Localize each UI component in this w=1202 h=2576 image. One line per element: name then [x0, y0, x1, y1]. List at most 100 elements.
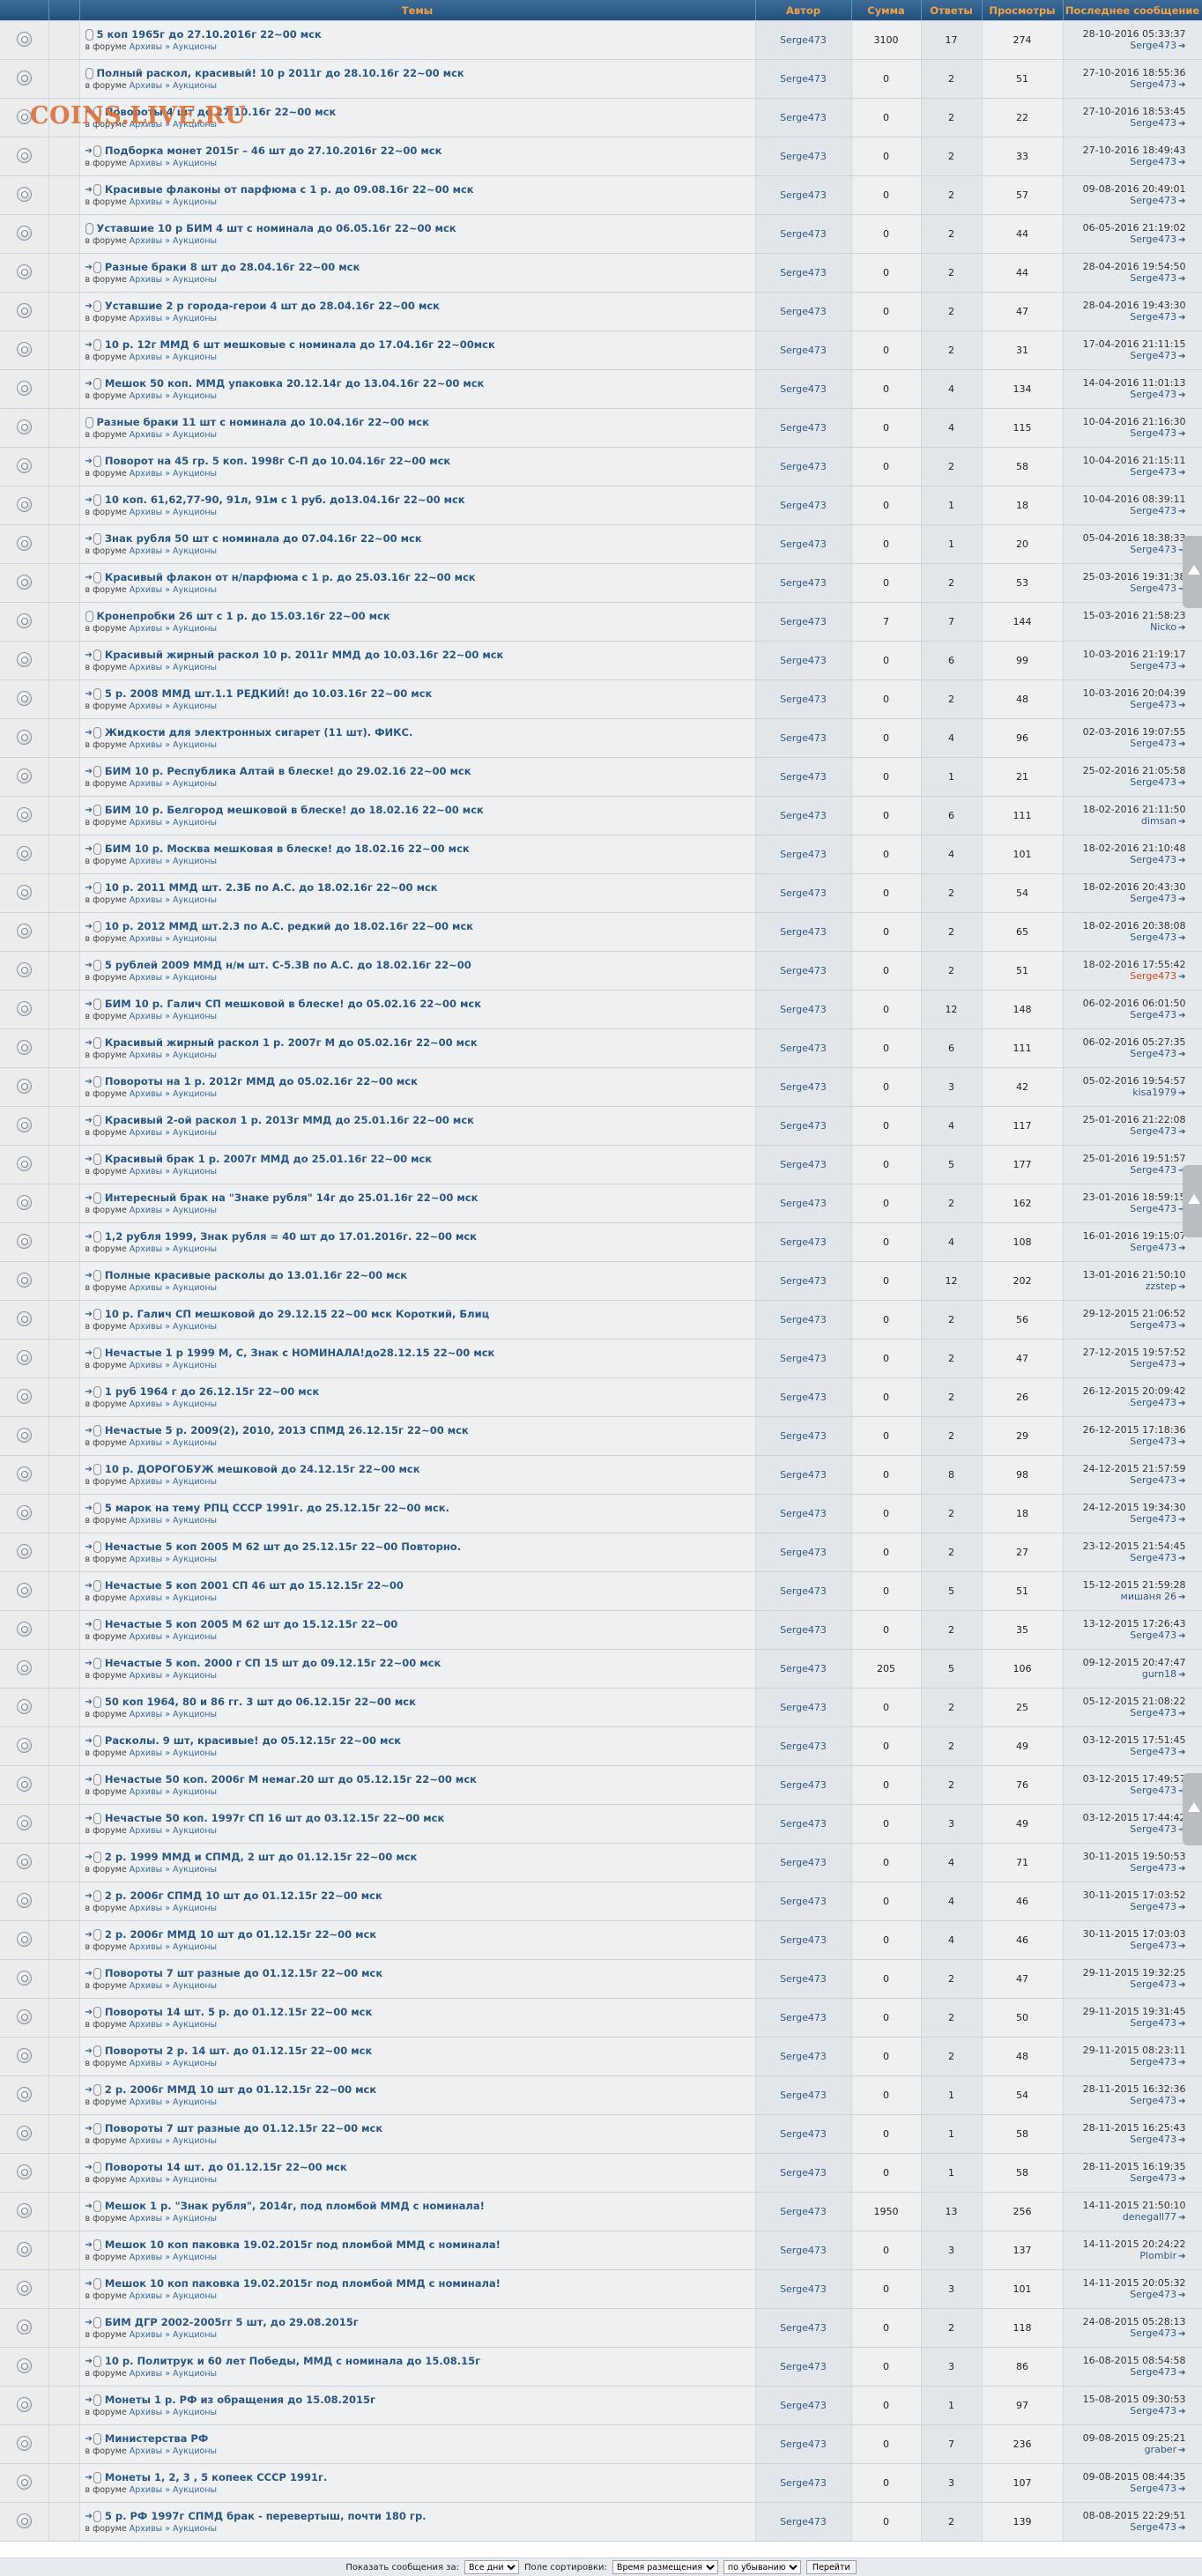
topic-title-link[interactable]: Уставшие 10 р БИМ 4 шт с номинала до 06.… — [97, 222, 456, 234]
forum-link[interactable]: Архивы » Аукционы — [130, 2136, 217, 2146]
forum-link[interactable]: Архивы » Аукционы — [130, 1904, 217, 1913]
author-cell[interactable]: Serge473 — [755, 2075, 852, 2115]
goto-last-post-icon[interactable]: ➔ — [1178, 2018, 1185, 2030]
goto-last-post-icon[interactable]: ➔ — [1178, 2328, 1185, 2340]
goto-new-icon[interactable]: ➔ — [85, 146, 93, 156]
topic-title-link[interactable]: 10 р. 2012 ММД шт.2.3 по А.С. редкий до … — [105, 920, 473, 932]
topic-title-link[interactable]: Уставшие 2 р города-герои 4 шт до 28.04.… — [105, 300, 440, 312]
last-post-user[interactable]: Serge473 — [1130, 1823, 1176, 1835]
goto-last-post-icon[interactable]: ➔ — [1178, 79, 1185, 91]
forum-link[interactable]: Архивы » Аукционы — [130, 1206, 217, 1215]
author-cell[interactable]: Serge473 — [755, 1882, 852, 1921]
last-post-user[interactable]: Serge473 — [1130, 350, 1176, 361]
forum-link[interactable]: Архивы » Аукционы — [130, 585, 217, 595]
goto-new-icon[interactable]: ➔ — [85, 1232, 93, 1242]
author-cell[interactable]: Serge473 — [755, 1222, 852, 1262]
goto-last-post-icon[interactable]: ➔ — [1178, 1747, 1185, 1758]
last-post-user[interactable]: Serge473 — [1130, 2095, 1176, 2106]
topic-title-link[interactable]: Повороты 2 р. 14 шт. до 01.12.15г 22~00 … — [105, 2045, 372, 2057]
forum-link[interactable]: Архивы » Аукционы — [130, 1438, 217, 1448]
last-post-user[interactable]: Serge473 — [1130, 311, 1176, 323]
topic-title-link[interactable]: Разные браки 11 шт с номинала до 10.04.1… — [97, 416, 429, 428]
forum-link[interactable]: Архивы » Аукционы — [130, 2214, 217, 2223]
forum-link[interactable]: Архивы » Аукционы — [130, 895, 217, 905]
forum-link[interactable]: Архивы » Аукционы — [130, 1477, 217, 1487]
author-cell[interactable]: Serge473 — [755, 1571, 852, 1611]
goto-new-icon[interactable]: ➔ — [85, 650, 93, 660]
header-replies[interactable]: Ответы — [921, 0, 983, 21]
topic-title-link[interactable]: 1 руб 1964 г до 26.12.15г 22~00 мск — [105, 1385, 319, 1398]
last-post-user[interactable]: Serge473 — [1130, 1862, 1176, 1874]
author-cell[interactable]: Serge473 — [755, 408, 852, 448]
goto-last-post-icon[interactable]: ➔ — [1178, 312, 1185, 323]
author-cell[interactable]: Serge473 — [755, 1959, 852, 1999]
author-cell[interactable]: Serge473 — [755, 1610, 852, 1650]
forum-link[interactable]: Архивы » Аукционы — [130, 1826, 217, 1836]
author-cell[interactable]: Serge473 — [755, 2424, 852, 2464]
topic-title-link[interactable]: Знак рубля 50 шт с номинала до 07.04.16г… — [105, 532, 422, 545]
forum-link[interactable]: Архивы » Аукционы — [130, 1671, 217, 1681]
last-post-user[interactable]: kisa1979 — [1132, 1087, 1176, 1098]
author-cell[interactable]: Serge473 — [755, 912, 852, 952]
author-cell[interactable]: Serge473 — [755, 2502, 852, 2542]
last-post-user[interactable]: Serge473 — [1130, 466, 1176, 478]
author-cell[interactable]: Serge473 — [755, 2347, 852, 2387]
author-cell[interactable]: Serge473 — [755, 2231, 852, 2270]
forum-link[interactable]: Архивы » Аукционы — [130, 1399, 217, 1409]
topic-title-link[interactable]: 2 р. 2006г ММД 10 шт до 01.12.15г 22~00 … — [105, 2083, 376, 2096]
forum-link[interactable]: Архивы » Аукционы — [130, 469, 217, 479]
scroll-to-top-button[interactable] — [1183, 1165, 1202, 1237]
last-post-user[interactable]: Serge473 — [1130, 1513, 1176, 1525]
last-post-user[interactable]: Serge473 — [1130, 1746, 1176, 1757]
goto-last-post-icon[interactable]: ➔ — [1178, 855, 1185, 866]
author-cell[interactable]: Serge473 — [755, 1920, 852, 1960]
last-post-user[interactable]: Serge473 — [1130, 2134, 1176, 2145]
author-cell[interactable]: Serge473 — [755, 2192, 852, 2231]
author-cell[interactable]: Serge473 — [755, 175, 852, 215]
last-post-user[interactable]: Plombir — [1139, 2250, 1176, 2261]
goto-new-icon[interactable]: ➔ — [85, 1077, 93, 1087]
goto-new-icon[interactable]: ➔ — [85, 767, 93, 776]
forum-link[interactable]: Архивы » Аукционы — [130, 1748, 217, 1758]
topic-title-link[interactable]: 10 р. 2011 ММД шт. 2.3Б по А.С. до 18.02… — [105, 881, 438, 894]
goto-new-icon[interactable]: ➔ — [85, 1465, 93, 1474]
last-post-user[interactable]: zzstep — [1146, 1281, 1176, 1292]
forum-link[interactable]: Архивы » Аукционы — [130, 779, 217, 789]
goto-last-post-icon[interactable]: ➔ — [1178, 661, 1185, 672]
topic-title-link[interactable]: Поворот на 45 гр. 5 коп. 1998г С-П до 10… — [105, 455, 450, 467]
goto-new-icon[interactable]: ➔ — [85, 1775, 93, 1785]
last-post-user[interactable]: Serge473 — [1130, 2289, 1176, 2300]
goto-last-post-icon[interactable]: ➔ — [1178, 1863, 1185, 1874]
author-cell[interactable]: Serge473 — [755, 214, 852, 254]
last-post-user[interactable]: Serge473 — [1130, 40, 1176, 51]
last-post-user[interactable]: Serge473 — [1130, 505, 1176, 516]
last-post-user[interactable]: Serge473 — [1130, 776, 1176, 788]
topic-title-link[interactable]: Монеты 1, 2, 3 , 5 копеек СССР 1991г. — [105, 2471, 327, 2483]
author-cell[interactable]: Serge473 — [755, 253, 852, 293]
goto-last-post-icon[interactable]: ➔ — [1178, 1553, 1185, 1564]
goto-last-post-icon[interactable]: ➔ — [1178, 118, 1185, 130]
goto-new-icon[interactable]: ➔ — [85, 2318, 93, 2327]
forum-link[interactable]: Архивы » Аукционы — [130, 1050, 217, 1060]
topic-title-link[interactable]: Мешок 10 коп паковка 19.02.2015г под пло… — [105, 2277, 501, 2290]
forum-link[interactable]: Архивы » Аукционы — [130, 2330, 217, 2340]
last-post-user[interactable]: Serge473 — [1130, 854, 1176, 865]
forum-link[interactable]: Архивы » Аукционы — [130, 430, 217, 440]
go-button[interactable]: Перейти — [805, 2560, 857, 2574]
last-post-user[interactable]: Serge473 — [1130, 2017, 1176, 2029]
topic-title-link[interactable]: 2 р. 2006г СПМД 10 шт до 01.12.15г 22~00… — [105, 1889, 382, 1902]
topic-title-link[interactable]: БИМ 10 р. Галич СП мешковой в блеске! до… — [105, 998, 481, 1010]
goto-last-post-icon[interactable]: ➔ — [1178, 1088, 1185, 1099]
goto-new-icon[interactable]: ➔ — [85, 2085, 93, 2095]
goto-new-icon[interactable]: ➔ — [85, 2124, 93, 2134]
forum-link[interactable]: Архивы » Аукционы — [130, 1322, 217, 1332]
author-cell[interactable]: Serge473 — [755, 951, 852, 991]
goto-new-icon[interactable]: ➔ — [85, 883, 93, 893]
topic-title-link[interactable]: Нечастые 5 коп 2001 СП 46 шт до 15.12.15… — [105, 1579, 404, 1592]
goto-new-icon[interactable]: ➔ — [85, 1387, 93, 1397]
header-sum[interactable]: Сумма — [851, 0, 922, 21]
last-post-user[interactable]: Serge473 — [1130, 699, 1176, 710]
goto-new-icon[interactable]: ➔ — [85, 2008, 93, 2017]
last-post-user[interactable]: Serge473 — [1130, 389, 1176, 400]
last-post-user[interactable]: Serge473 — [1130, 1319, 1176, 1331]
